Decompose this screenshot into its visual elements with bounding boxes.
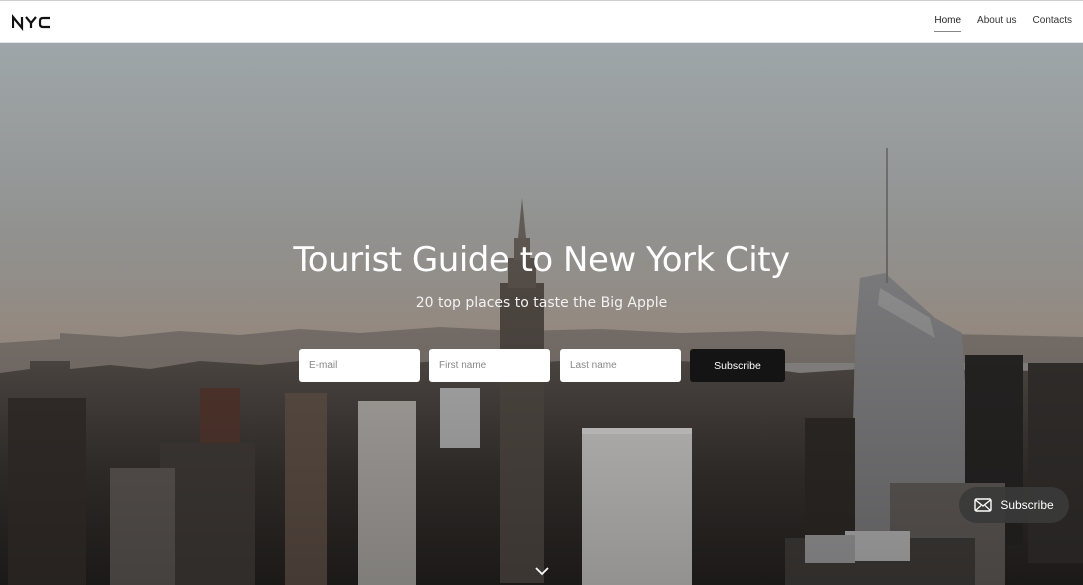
navbar: Home About us Contacts	[0, 0, 1083, 43]
envelope-icon	[974, 498, 993, 512]
city-skyline-image	[0, 43, 1083, 585]
nyc-logo-icon	[12, 14, 50, 31]
scroll-down-button[interactable]	[533, 563, 551, 577]
nav-link-home[interactable]: Home	[934, 15, 962, 32]
email-field[interactable]	[299, 349, 420, 382]
chevron-down-icon	[535, 567, 549, 576]
floating-subscribe-label: Subscribe	[1000, 498, 1054, 512]
hero-subtitle: 20 top places to taste the Big Apple	[415, 295, 668, 311]
hero-section: Tourist Guide to New York City 20 top pl…	[0, 43, 1083, 585]
subscribe-button[interactable]: Subscribe	[690, 349, 785, 382]
last-name-field[interactable]	[560, 349, 681, 382]
main-nav: Home About us Contacts	[934, 15, 1072, 32]
first-name-field[interactable]	[429, 349, 550, 382]
nav-link-contacts[interactable]: Contacts	[1033, 15, 1072, 32]
hero-title: Tourist Guide to New York City	[293, 240, 790, 280]
floating-subscribe-button[interactable]: Subscribe	[959, 487, 1069, 523]
logo[interactable]	[12, 13, 52, 31]
nav-link-about-us[interactable]: About us	[977, 15, 1016, 32]
